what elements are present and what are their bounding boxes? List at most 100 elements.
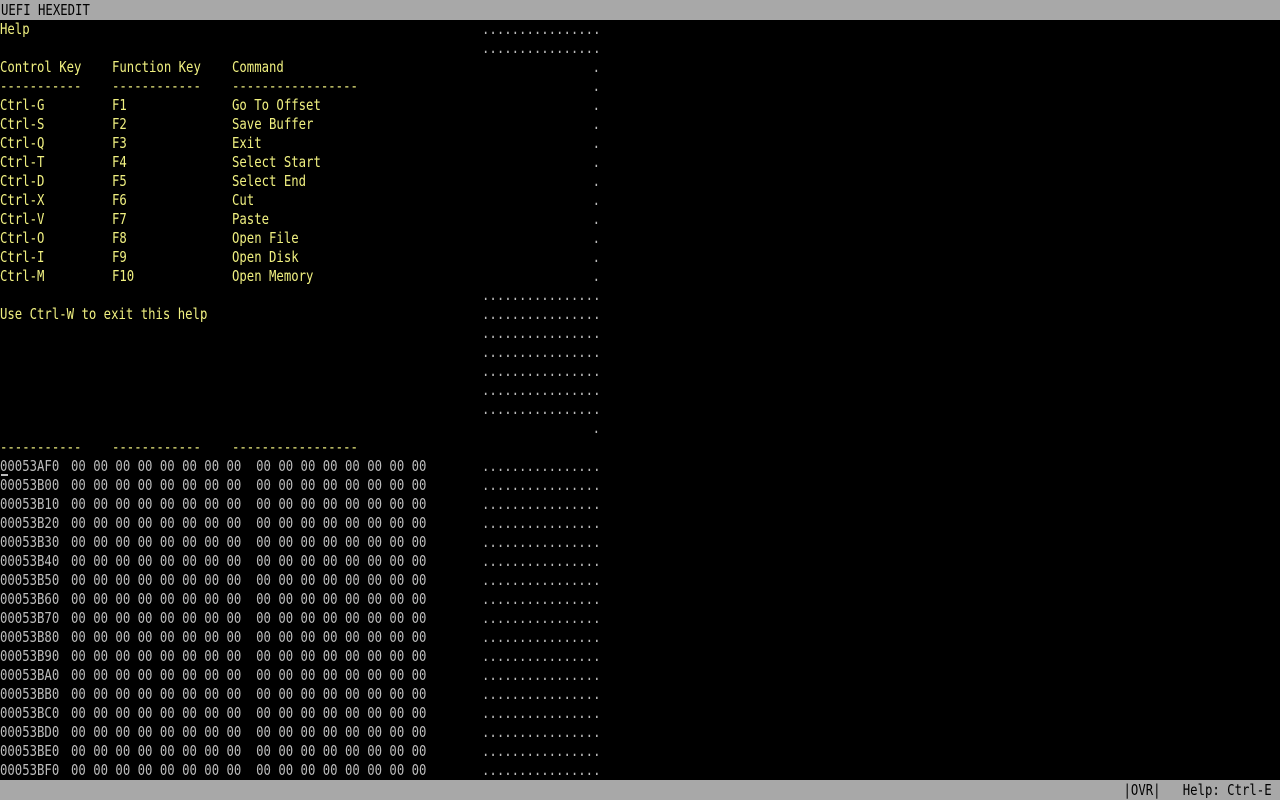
ascii-column-text: . bbox=[592, 210, 600, 228]
control-key: Ctrl-Q bbox=[0, 134, 45, 152]
hex-ascii: ................ bbox=[481, 457, 600, 475]
bottom-separator-control-key: ----------- bbox=[0, 438, 82, 456]
help-separator-row: ----------- ------------ ---------------… bbox=[0, 77, 460, 96]
background-ascii-row: . bbox=[0, 419, 600, 438]
hex-bytes[interactable]: 00 00 00 00 00 00 00 00 00 00 00 00 00 0… bbox=[71, 742, 426, 761]
hex-row[interactable]: 00053B80 00 00 00 00 00 00 00 00 00 00 00… bbox=[0, 628, 600, 647]
hex-bytes[interactable]: 00 00 00 00 00 00 00 00 00 00 00 00 00 0… bbox=[71, 628, 426, 647]
hex-bytes[interactable]: 00 00 00 00 00 00 00 00 00 00 00 00 00 0… bbox=[71, 723, 426, 742]
help-key-row: Ctrl-M F10 Open Memory bbox=[0, 267, 460, 286]
command-name: Paste bbox=[232, 210, 270, 228]
hex-row[interactable]: 00053B60 00 00 00 00 00 00 00 00 00 00 00… bbox=[0, 590, 600, 609]
hex-bytes[interactable]: 00 00 00 00 00 00 00 00 00 00 00 00 00 0… bbox=[71, 457, 426, 476]
command-name: Select Start bbox=[232, 153, 321, 171]
hex-offset: 00053B30 bbox=[0, 533, 60, 551]
hex-row[interactable]: 00053BB0 00 00 00 00 00 00 00 00 00 00 00… bbox=[0, 685, 600, 704]
command-name: Exit bbox=[232, 134, 262, 152]
control-key: Ctrl-I bbox=[0, 248, 45, 266]
hex-row[interactable]: 00053B30 00 00 00 00 00 00 00 00 00 00 00… bbox=[0, 533, 600, 552]
hex-bytes[interactable]: 00 00 00 00 00 00 00 00 00 00 00 00 00 0… bbox=[71, 609, 426, 628]
ascii-column-text: ................ bbox=[481, 286, 600, 304]
hex-offset: 00053AF0 bbox=[0, 457, 60, 475]
function-key: F3 bbox=[112, 134, 127, 152]
ascii-column-text: . bbox=[592, 248, 600, 266]
command-name: Go To Offset bbox=[232, 96, 321, 114]
hex-row[interactable]: 00053B70 00 00 00 00 00 00 00 00 00 00 00… bbox=[0, 609, 600, 628]
ascii-column-text: ................ bbox=[481, 343, 600, 361]
hex-row[interactable]: 00053BC0 00 00 00 00 00 00 00 00 00 00 00… bbox=[0, 704, 600, 723]
hex-row[interactable]: 00053BD0 00 00 00 00 00 00 00 00 00 00 00… bbox=[0, 723, 600, 742]
hex-bytes[interactable]: 00 00 00 00 00 00 00 00 00 00 00 00 00 0… bbox=[71, 704, 426, 723]
ascii-column-text: ................ bbox=[481, 305, 600, 323]
status-text: |OVR| Help: Ctrl-E bbox=[1123, 781, 1272, 799]
header-control-key: Control Key bbox=[0, 58, 82, 76]
ascii-column-text: ................ bbox=[481, 39, 600, 57]
hex-bytes[interactable]: 00 00 00 00 00 00 00 00 00 00 00 00 00 0… bbox=[71, 514, 426, 533]
hex-offset: 00053B10 bbox=[0, 495, 60, 513]
hex-row[interactable]: 00053BF0 00 00 00 00 00 00 00 00 00 00 00… bbox=[0, 761, 600, 780]
ascii-column-text: ................ bbox=[481, 362, 600, 380]
hex-ascii: ................ bbox=[481, 590, 600, 608]
hex-offset: 00053BE0 bbox=[0, 742, 60, 760]
hex-bytes[interactable]: 00 00 00 00 00 00 00 00 00 00 00 00 00 0… bbox=[71, 666, 426, 685]
hex-offset: 00053BA0 bbox=[0, 666, 60, 684]
status-bar: |OVR| Help: Ctrl-E bbox=[0, 780, 1280, 800]
background-ascii-row: ................ bbox=[0, 286, 600, 305]
hex-bytes[interactable]: 00 00 00 00 00 00 00 00 00 00 00 00 00 0… bbox=[71, 533, 426, 552]
hex-ascii: ................ bbox=[481, 514, 600, 532]
hex-ascii: ................ bbox=[481, 704, 600, 722]
hex-row[interactable]: 00053B40 00 00 00 00 00 00 00 00 00 00 00… bbox=[0, 552, 600, 571]
hex-row[interactable]: 00053BA0 00 00 00 00 00 00 00 00 00 00 00… bbox=[0, 666, 600, 685]
help-exit-hint: Use Ctrl-W to exit this help bbox=[0, 305, 208, 323]
ascii-column-text: . bbox=[592, 115, 600, 133]
hex-ascii: ................ bbox=[481, 476, 600, 494]
hex-offset: 00053B60 bbox=[0, 590, 60, 608]
help-bottom-separator-row: ----------- ------------ ---------------… bbox=[0, 438, 460, 457]
separator-function-key: ------------ bbox=[112, 77, 201, 95]
hex-bytes[interactable]: 00 00 00 00 00 00 00 00 00 00 00 00 00 0… bbox=[71, 571, 426, 590]
control-key: Ctrl-V bbox=[0, 210, 45, 228]
hex-bytes[interactable]: 00 00 00 00 00 00 00 00 00 00 00 00 00 0… bbox=[71, 590, 426, 609]
ascii-column-text: ................ bbox=[481, 381, 600, 399]
bottom-separator-command: ----------------- bbox=[232, 438, 358, 456]
ascii-column-text: . bbox=[592, 172, 600, 190]
hex-row[interactable]: 00053B90 00 00 00 00 00 00 00 00 00 00 00… bbox=[0, 647, 600, 666]
hex-row[interactable]: 00053B00 00 00 00 00 00 00 00 00 00 00 00… bbox=[0, 476, 600, 495]
hex-offset: 00053BD0 bbox=[0, 723, 60, 741]
hex-row[interactable]: 00053AF0 00 00 00 00 00 00 00 00 00 00 00… bbox=[0, 457, 600, 476]
background-ascii-row: ................ bbox=[0, 343, 600, 362]
hex-ascii: ................ bbox=[481, 685, 600, 703]
control-key: Ctrl-G bbox=[0, 96, 45, 114]
hex-row[interactable]: 00053BE0 00 00 00 00 00 00 00 00 00 00 00… bbox=[0, 742, 600, 761]
help-header-row: Control Key Function Key Command bbox=[0, 58, 460, 77]
hex-offset: 00053B00 bbox=[0, 476, 60, 494]
hex-bytes[interactable]: 00 00 00 00 00 00 00 00 00 00 00 00 00 0… bbox=[71, 761, 426, 780]
hex-ascii: ................ bbox=[481, 571, 600, 589]
command-name: Select End bbox=[232, 172, 307, 190]
help-key-row: Ctrl-Q F3 Exit bbox=[0, 134, 460, 153]
hex-row[interactable]: 00053B50 00 00 00 00 00 00 00 00 00 00 00… bbox=[0, 571, 600, 590]
function-key: F4 bbox=[112, 153, 127, 171]
hex-bytes[interactable]: 00 00 00 00 00 00 00 00 00 00 00 00 00 0… bbox=[71, 552, 426, 571]
function-key: F5 bbox=[112, 172, 127, 190]
hex-row[interactable]: 00053B10 00 00 00 00 00 00 00 00 00 00 00… bbox=[0, 495, 600, 514]
hex-bytes[interactable]: 00 00 00 00 00 00 00 00 00 00 00 00 00 0… bbox=[71, 685, 426, 704]
function-key: F9 bbox=[112, 248, 127, 266]
help-key-row: Ctrl-X F6 Cut bbox=[0, 191, 460, 210]
hex-offset: 00053B50 bbox=[0, 571, 60, 589]
ascii-column-text: . bbox=[592, 153, 600, 171]
hex-bytes[interactable]: 00 00 00 00 00 00 00 00 00 00 00 00 00 0… bbox=[71, 647, 426, 666]
ascii-column-text: . bbox=[592, 267, 600, 285]
hex-row[interactable]: 00053B20 00 00 00 00 00 00 00 00 00 00 00… bbox=[0, 514, 600, 533]
bottom-separator-function-key: ------------ bbox=[112, 438, 201, 456]
help-key-row: Ctrl-O F8 Open File bbox=[0, 229, 460, 248]
hex-bytes[interactable]: 00 00 00 00 00 00 00 00 00 00 00 00 00 0… bbox=[71, 476, 426, 495]
hex-ascii: ................ bbox=[481, 723, 600, 741]
function-key: F7 bbox=[112, 210, 127, 228]
header-command: Command bbox=[232, 58, 284, 76]
hex-bytes[interactable]: 00 00 00 00 00 00 00 00 00 00 00 00 00 0… bbox=[71, 495, 426, 514]
control-key: Ctrl-M bbox=[0, 267, 45, 285]
hex-offset: 00053B40 bbox=[0, 552, 60, 570]
command-name: Cut bbox=[232, 191, 255, 209]
hex-offset: 00053B20 bbox=[0, 514, 60, 532]
